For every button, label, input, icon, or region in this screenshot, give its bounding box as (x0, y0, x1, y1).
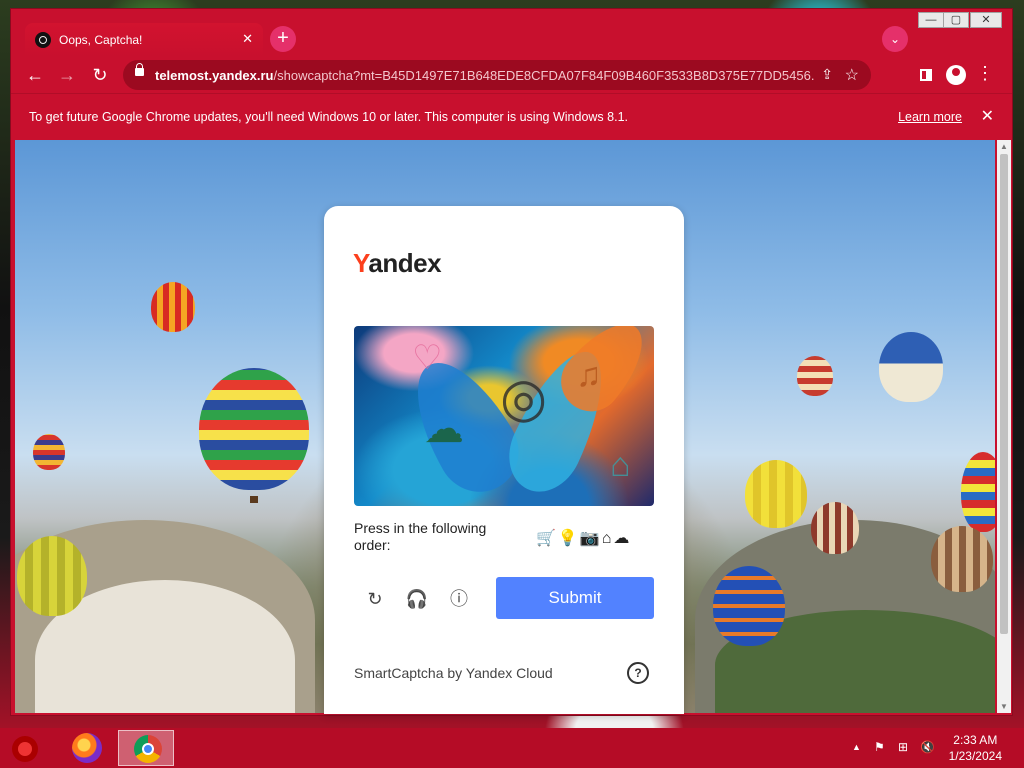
balloon-icon (745, 460, 807, 528)
target-house-icon[interactable]: ⌂ (610, 446, 631, 485)
basket-icon (250, 496, 258, 503)
action-center-flag-icon[interactable]: ⚑ (874, 740, 885, 754)
url-path: /showcaptcha?mt=B45D1497E71B648EDE8CFDA0… (273, 68, 816, 83)
target-bell-icon[interactable]: ♫ (576, 356, 602, 395)
balloon-icon (931, 526, 993, 592)
share-icon[interactable]: ⇪ (821, 66, 833, 83)
chrome-icon (134, 735, 162, 763)
taskbar-firefox[interactable] (58, 730, 114, 766)
info-icon[interactable]: ⓘ (447, 587, 471, 611)
balloon-icon (151, 282, 195, 332)
learn-more-link[interactable]: Learn more (898, 110, 962, 124)
browser-toolbar: ← → ↻ telemost.yandex.ru/showcaptcha?mt=… (11, 57, 1012, 93)
back-button[interactable]: ← (23, 63, 47, 87)
address-bar[interactable]: telemost.yandex.ru/showcaptcha?mt=B45D14… (123, 60, 871, 90)
clock-date: 1/23/2024 (948, 749, 1002, 763)
bookmark-star-icon[interactable]: ☆ (845, 65, 859, 85)
balloon-icon (33, 434, 65, 470)
infobar-close-button[interactable]: ✕ (981, 106, 994, 126)
balloon-icon (961, 452, 995, 532)
start-orb-icon[interactable] (12, 736, 38, 762)
reload-button[interactable]: ↻ (88, 63, 112, 87)
update-infobar: To get future Google Chrome updates, you… (11, 93, 1012, 140)
chrome-menu-button[interactable]: ⋮ (976, 63, 994, 84)
captcha-favicon-icon (35, 32, 51, 48)
tab-close-icon[interactable]: ✕ (242, 31, 253, 47)
scroll-up-arrow-icon[interactable]: ▲ (1000, 142, 1008, 151)
captcha-image[interactable]: ♡ ◎ ☁ ♫ ⌂ (354, 326, 654, 506)
balloon-icon (199, 368, 309, 490)
maximize-button[interactable]: ▢ (943, 12, 969, 28)
order-icons-cart-lightbulb-camera-house-cloud-icon: 🛒💡📷⌂☁ (536, 530, 632, 547)
network-icon[interactable]: ⊞ (898, 740, 908, 754)
new-tab-button[interactable]: + (270, 26, 296, 52)
balloon-icon (17, 536, 87, 616)
captcha-card: Yandex ♡ ◎ ☁ ♫ ⌂ Press in the following … (324, 206, 684, 714)
profile-avatar-icon[interactable] (946, 65, 966, 85)
tab-search-button[interactable]: ⌄ (882, 26, 908, 52)
captcha-prompt: Press in the following order: (354, 520, 487, 553)
minimize-button[interactable]: — (918, 12, 944, 28)
volume-muted-icon[interactable]: 🔇 (920, 740, 935, 754)
target-heart-icon[interactable]: ♡ (412, 338, 442, 378)
infobar-message: To get future Google Chrome updates, you… (29, 110, 628, 124)
clock-time: 2:33 AM (953, 733, 998, 747)
tab-oops-captcha[interactable]: Oops, Captcha! ✕ (25, 23, 263, 57)
tab-title: Oops, Captcha! (59, 33, 143, 47)
captcha-footer: SmartCaptcha by Yandex Cloud (354, 665, 553, 681)
scroll-down-arrow-icon[interactable]: ▼ (1000, 702, 1008, 711)
target-cloud-icon[interactable]: ☁ (424, 406, 464, 452)
side-panel-icon[interactable] (920, 69, 932, 81)
target-camera-icon[interactable]: ◎ (500, 366, 547, 429)
balloon-icon (879, 332, 943, 402)
tray-overflow-icon[interactable]: ▲ (852, 742, 861, 752)
balloon-icon (713, 566, 785, 646)
window-close-button[interactable]: ✕ (970, 12, 1002, 28)
tab-strip: Oops, Captcha! ✕ + ⌄ — ▢ ✕ (11, 9, 1012, 57)
refresh-icon[interactable]: ↻ (363, 587, 387, 611)
scroll-thumb[interactable] (1000, 154, 1008, 634)
submit-button[interactable]: Submit (496, 577, 654, 619)
url-text[interactable]: telemost.yandex.ru/showcaptcha?mt=B45D14… (155, 68, 815, 83)
taskbar: ▲ ⚑ ⊞ 🔇 2:33 AM 1/23/2024 (0, 728, 1024, 768)
balloon-icon (811, 502, 859, 554)
page-scrollbar[interactable]: ▲ ▼ (997, 140, 1011, 713)
url-host: telemost.yandex.ru (155, 68, 274, 83)
yandex-logo: Yandex (353, 248, 442, 278)
lock-icon[interactable] (135, 63, 144, 76)
balloon-icon (797, 356, 833, 396)
taskbar-clock[interactable]: 2:33 AM 1/23/2024 (949, 732, 1002, 764)
audio-headphones-icon[interactable]: 🎧 (405, 587, 429, 611)
taskbar-chrome[interactable] (118, 730, 174, 766)
firefox-icon (72, 733, 102, 763)
help-icon[interactable]: ? (627, 662, 649, 684)
forward-button[interactable]: → (55, 63, 79, 87)
